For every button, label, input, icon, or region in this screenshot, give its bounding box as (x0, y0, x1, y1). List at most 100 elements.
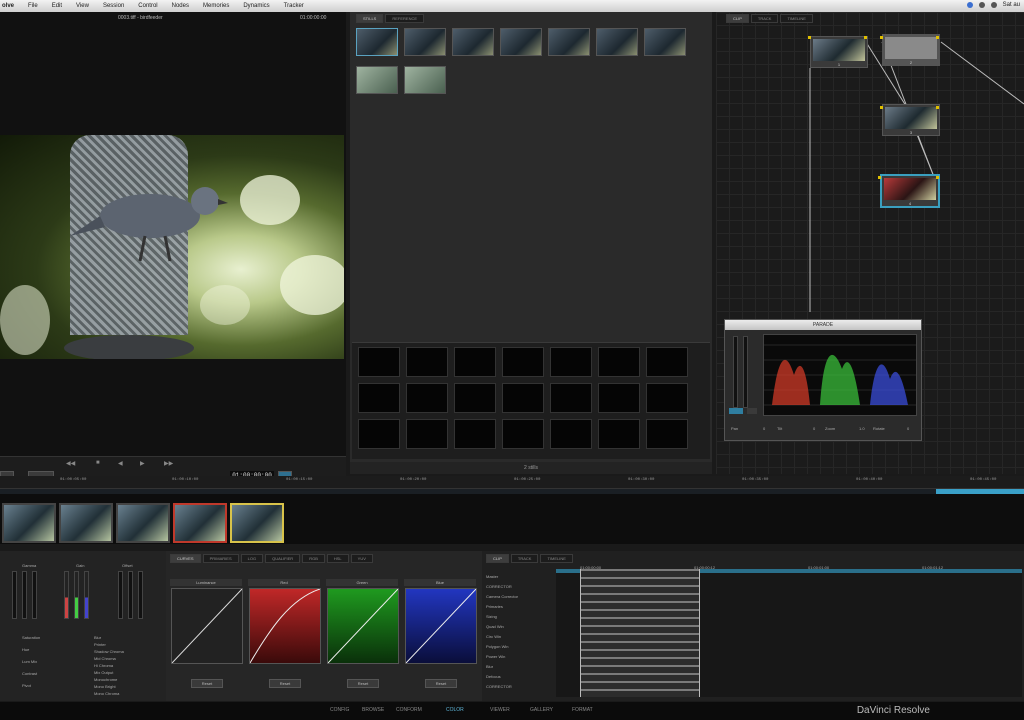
memory-slot[interactable] (406, 419, 448, 449)
menu-tracker[interactable]: Tracker (284, 3, 304, 9)
page-color[interactable]: COLOR (446, 707, 464, 713)
volume-icon[interactable] (990, 2, 997, 8)
still-thumbnail[interactable] (644, 28, 686, 56)
gain-green-slider[interactable] (74, 571, 79, 619)
tab-rgb[interactable]: RGB (302, 554, 325, 563)
memory-slot[interactable] (646, 347, 688, 377)
memory-slot[interactable] (646, 383, 688, 413)
page-browse[interactable]: BROWSE (362, 707, 384, 713)
kf-row[interactable]: Primaries (486, 603, 556, 610)
scope-title[interactable]: PARADE (725, 320, 921, 330)
app-menu[interactable]: olve (2, 3, 14, 9)
setting-label[interactable]: Hue (22, 647, 29, 652)
memory-slot[interactable] (646, 419, 688, 449)
tab-hsl[interactable]: HSL (326, 554, 349, 563)
reset-luminance-button[interactable]: Reset (191, 679, 223, 688)
corrector-node-1[interactable]: 1 (810, 36, 868, 68)
node-output-dot[interactable] (936, 176, 939, 179)
prev-icon[interactable]: ◀◀ (66, 460, 75, 467)
node-input-dot[interactable] (808, 36, 811, 39)
timeline-clip[interactable] (59, 503, 113, 543)
corrector-node-2[interactable]: 2 (882, 34, 940, 66)
stop-icon[interactable]: ■ (96, 460, 100, 466)
memory-slot[interactable] (406, 383, 448, 413)
offset-slider[interactable] (118, 571, 123, 619)
still-thumbnail[interactable] (452, 28, 494, 56)
menu-edit[interactable]: Edit (52, 3, 62, 9)
memory-slot[interactable] (550, 347, 592, 377)
timeline-clip[interactable] (173, 503, 227, 543)
scope-slider[interactable] (733, 336, 738, 408)
setting-label[interactable]: Contrast (22, 671, 37, 676)
page-conform[interactable]: CONFORM (396, 707, 422, 713)
still-thumbnail[interactable] (404, 66, 446, 94)
kf-row[interactable]: Polygon Win (486, 643, 556, 650)
parade-scope-window[interactable]: PARADE Pan 0 Tilt 0 Zoom 1.0 Rotate 0 (724, 319, 922, 441)
node-output-dot[interactable] (864, 36, 867, 39)
timeline[interactable]: 01:00:05:00 01:00:10:00 01:00:15:00 01:0… (0, 476, 1024, 544)
still-thumbnail[interactable] (356, 66, 398, 94)
still-thumbnail[interactable] (548, 28, 590, 56)
still-thumbnail[interactable] (356, 28, 398, 56)
scope-button[interactable] (747, 408, 757, 414)
playhead-region[interactable] (936, 489, 1024, 494)
memory-slot[interactable] (598, 383, 640, 413)
status-icon[interactable] (966, 2, 973, 8)
menu-view[interactable]: View (76, 3, 89, 9)
keyframe-clip-region[interactable] (580, 569, 700, 697)
memory-slot[interactable] (358, 419, 400, 449)
setting-label[interactable]: Pivot (22, 683, 31, 688)
kf-row[interactable]: Quad Win (486, 623, 556, 630)
kf-row[interactable]: CORRECTOR (486, 683, 556, 690)
timeline-clip[interactable] (2, 503, 56, 543)
menu-file[interactable]: File (28, 3, 38, 9)
setting-label[interactable]: Hi Chroma (94, 663, 113, 668)
kf-row[interactable]: Blur (486, 663, 556, 670)
setting-label[interactable]: Saturation (22, 635, 40, 640)
wifi-icon[interactable] (978, 2, 985, 8)
gain-red-slider[interactable] (64, 571, 69, 619)
setting-label[interactable]: Monochrome (94, 677, 117, 682)
tab-curves[interactable]: CURVES (170, 554, 201, 563)
still-thumbnail[interactable] (500, 28, 542, 56)
play-reverse-icon[interactable]: ◀ (118, 460, 123, 467)
node-output-dot[interactable] (936, 106, 939, 109)
tab-kf-clip[interactable]: CLIP (486, 554, 509, 563)
node-input-dot[interactable] (880, 36, 883, 39)
red-curve[interactable] (249, 588, 321, 664)
setting-label[interactable]: Shadow Chroma (94, 649, 124, 654)
memory-slot[interactable] (358, 383, 400, 413)
page-viewer[interactable]: VIEWER (490, 707, 510, 713)
kf-row[interactable]: Power Win (486, 653, 556, 660)
setting-label[interactable]: Mix Output (94, 670, 113, 675)
memory-slot[interactable] (502, 383, 544, 413)
setting-label[interactable]: Printer (94, 642, 106, 647)
gain-blue-slider[interactable] (84, 571, 89, 619)
memory-slot[interactable] (358, 347, 400, 377)
kf-row[interactable]: CORRECTOR (486, 583, 556, 590)
node-output-dot[interactable] (936, 36, 939, 39)
readout-value[interactable]: 0 (763, 426, 765, 431)
setting-label[interactable]: Mono Bright (94, 684, 116, 689)
tab-primaries[interactable]: PRIMARIES (202, 554, 239, 563)
memory-slot[interactable] (550, 383, 592, 413)
clock[interactable]: Sat au (1003, 2, 1020, 8)
menu-control[interactable]: Control (138, 3, 157, 9)
kf-row[interactable]: Sizing (486, 613, 556, 620)
timeline-ruler[interactable]: 01:00:05:00 01:00:10:00 01:00:15:00 01:0… (0, 476, 1024, 489)
gamma-slider[interactable] (22, 571, 27, 619)
reset-blue-button[interactable]: Reset (425, 679, 457, 688)
blue-curve[interactable] (405, 588, 477, 664)
gamma-slider[interactable] (32, 571, 37, 619)
memory-slot[interactable] (454, 383, 496, 413)
setting-label[interactable]: Mid Chroma (94, 656, 116, 661)
still-thumbnail[interactable] (404, 28, 446, 56)
node-input-dot[interactable] (880, 106, 883, 109)
readout-value[interactable]: 0 (813, 426, 815, 431)
tab-qualifier[interactable]: QUALIFIER (265, 554, 301, 563)
memory-slot[interactable] (502, 347, 544, 377)
kf-row[interactable]: Camera Corrector (486, 593, 556, 600)
reset-green-button[interactable]: Reset (347, 679, 379, 688)
gamma-slider[interactable] (12, 571, 17, 619)
green-curve[interactable] (327, 588, 399, 664)
